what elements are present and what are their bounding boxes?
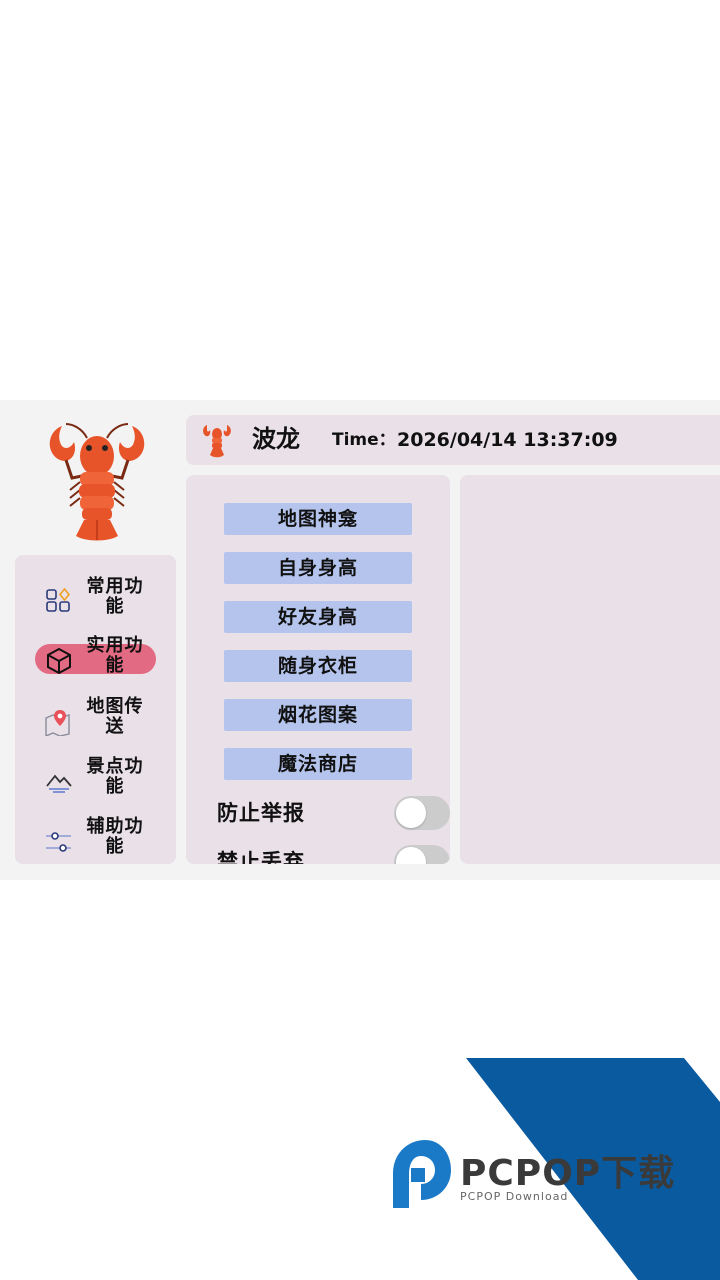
pcpop-logo-icon xyxy=(393,1140,451,1208)
apps-icon xyxy=(46,588,71,612)
feature-panel: 地图神龛 自身身高 好友身高 随身衣柜 烟花图案 魔法商店 防止举报 禁止丢弃 xyxy=(186,475,450,864)
magic-shop-button[interactable]: 魔法商店 xyxy=(224,748,412,780)
sidebar-item-common[interactable]: 常用功能 xyxy=(35,577,156,617)
sidebar-item-map-teleport[interactable]: 地图传送 xyxy=(35,697,156,737)
lobster-icon xyxy=(203,425,231,458)
sliders-icon xyxy=(46,832,71,852)
sidebar-item-scenic[interactable]: 景点功能 xyxy=(35,757,156,797)
sidebar-item-label: 常用功能 xyxy=(86,576,144,617)
time-label: Time： xyxy=(332,430,396,450)
self-height-button[interactable]: 自身身高 xyxy=(224,552,412,584)
no-drop-toggle[interactable] xyxy=(394,845,450,864)
toggle-label: 防止举报 xyxy=(217,801,305,825)
anti-report-toggle[interactable] xyxy=(394,796,450,830)
wardrobe-button[interactable]: 随身衣柜 xyxy=(224,650,412,682)
toggle-knob xyxy=(396,847,426,864)
sidebar-item-assist[interactable]: 辅助功能 xyxy=(35,817,156,857)
time-value: 2026/04/14 13:37:09 xyxy=(397,429,618,451)
header-bar: 波龙 Time： 2026/04/14 13:37:09 xyxy=(186,415,720,465)
watermark-subtitle: PCPOP Download xyxy=(460,1190,569,1203)
friend-height-button[interactable]: 好友身高 xyxy=(224,601,412,633)
mountain-icon xyxy=(46,774,72,793)
cube-icon xyxy=(47,647,71,675)
content-panel xyxy=(460,475,720,864)
map-pin-icon xyxy=(45,710,70,736)
no-drop-row: 禁止丢弃 xyxy=(217,845,450,864)
firework-pattern-button[interactable]: 烟花图案 xyxy=(224,699,412,731)
anti-report-row: 防止举报 xyxy=(217,796,450,832)
sidebar-item-label: 辅助功能 xyxy=(86,816,144,857)
sidebar-item-label: 实用功能 xyxy=(86,635,144,676)
sidebar-item-practical[interactable]: 实用功能 xyxy=(35,636,156,676)
map-shrine-button[interactable]: 地图神龛 xyxy=(224,503,412,535)
app-window: 常用功能 实用功能 地图传送 景点功能 辅助功能 波龙 Time： 2026/0… xyxy=(0,400,720,880)
toggle-knob xyxy=(396,798,426,828)
app-title: 波龙 xyxy=(252,425,300,453)
sidebar-item-label: 景点功能 xyxy=(86,756,144,797)
toggle-label: 禁止丢弃 xyxy=(217,850,305,864)
watermark-title: PCPOP下载 xyxy=(460,1153,676,1194)
watermark: PCPOP下载 PCPOP Download xyxy=(386,1058,720,1280)
lobster-logo-icon xyxy=(49,423,145,541)
sidebar-item-label: 地图传送 xyxy=(86,696,144,737)
sidebar: 常用功能 实用功能 地图传送 景点功能 辅助功能 xyxy=(15,555,176,864)
